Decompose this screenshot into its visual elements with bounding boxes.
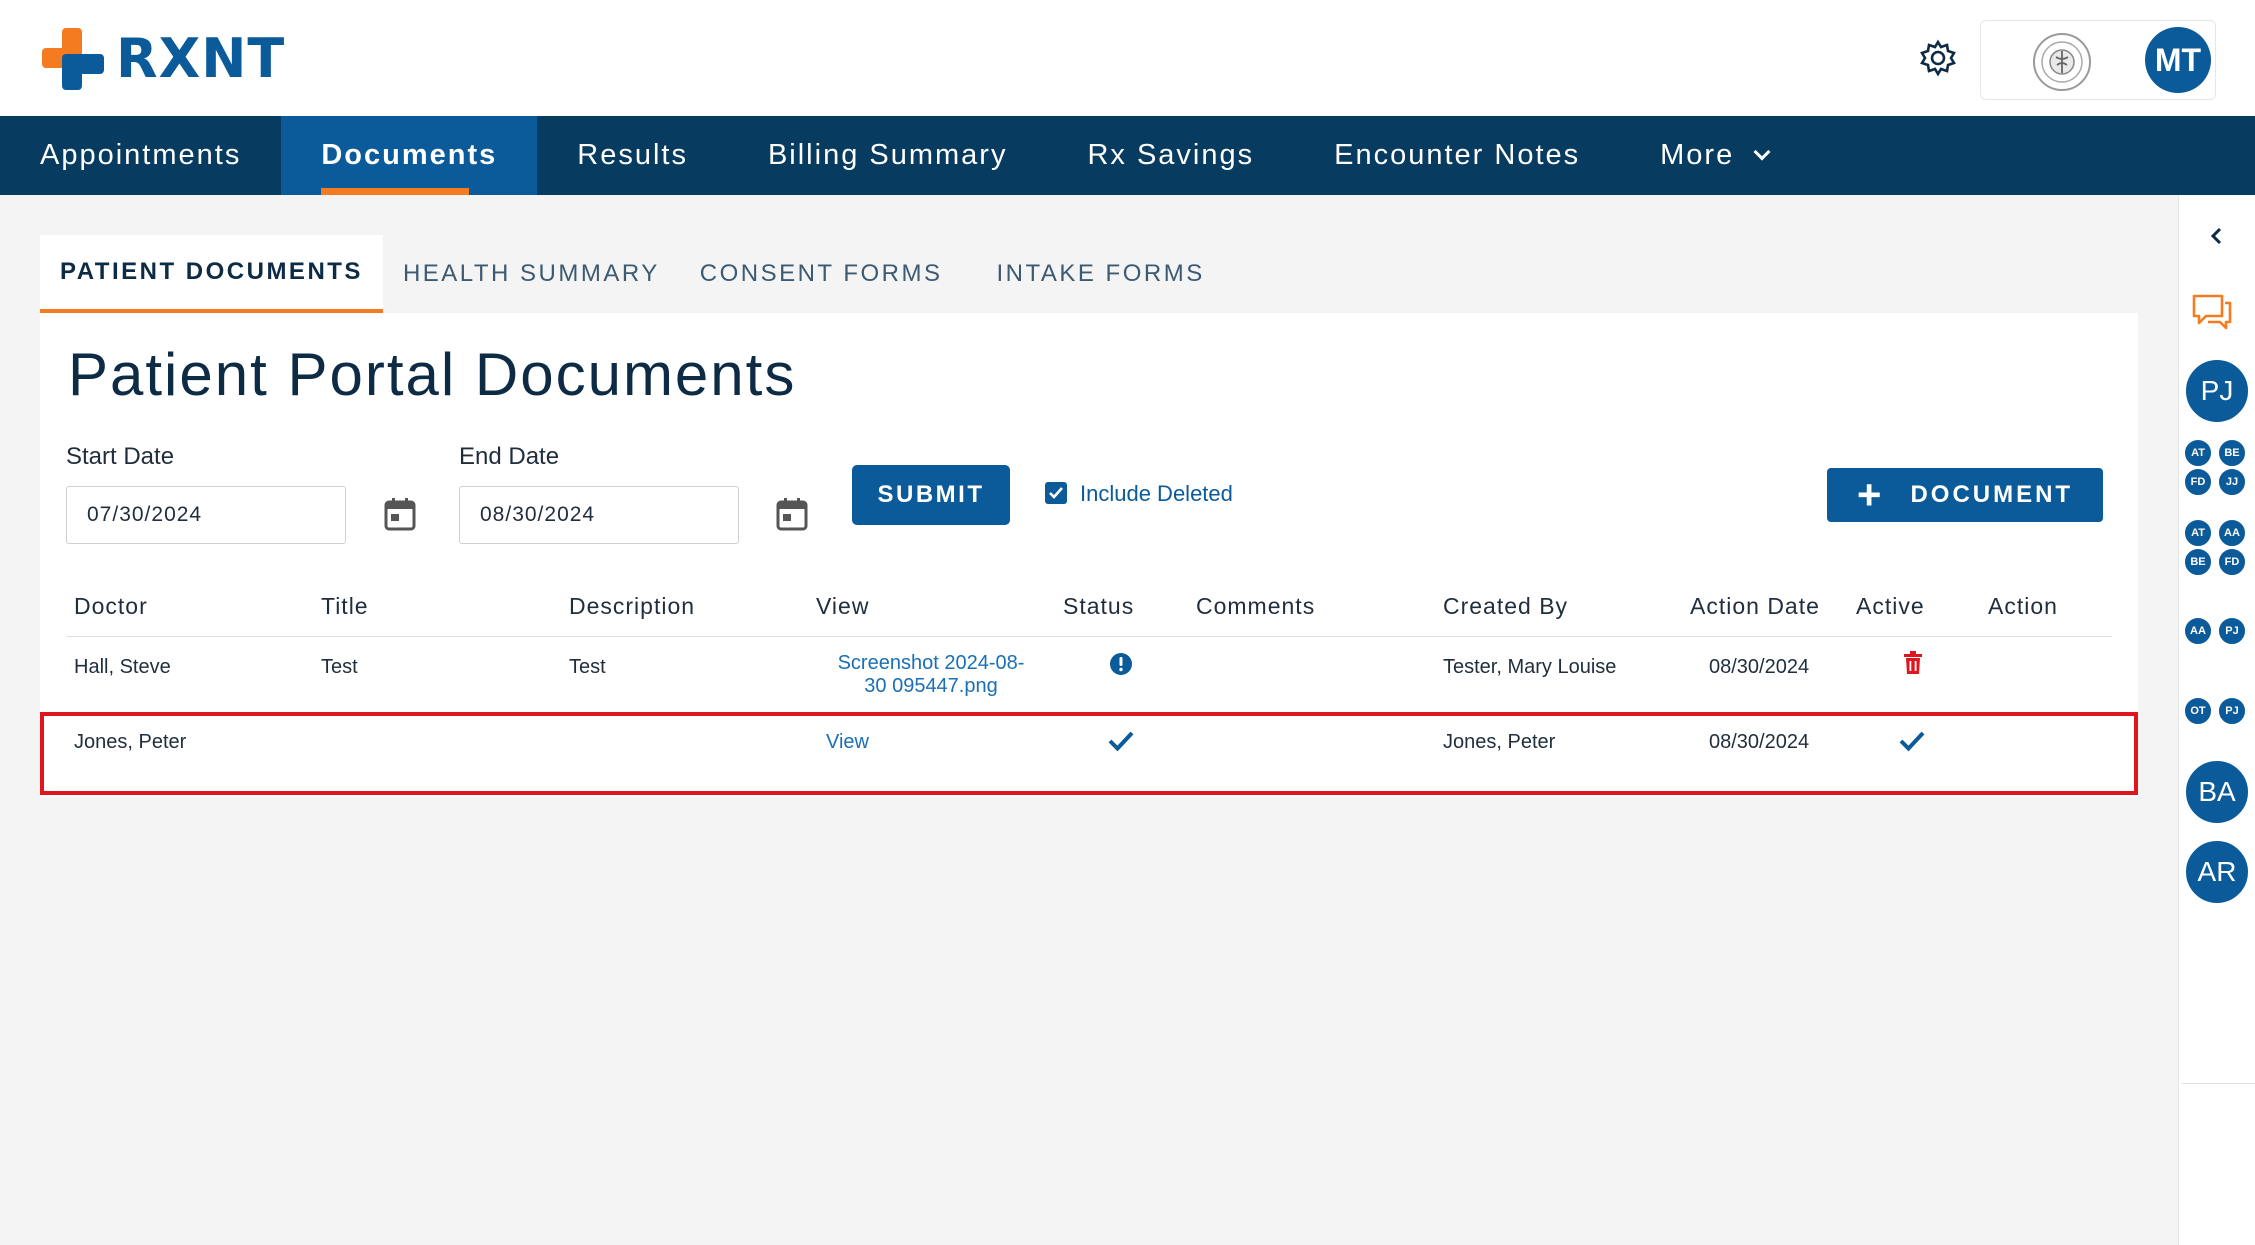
include-deleted-label[interactable]: Include Deleted — [1080, 481, 1233, 507]
col-action: Action — [1988, 593, 2058, 619]
practice-seal-icon — [2033, 33, 2091, 91]
col-action-date[interactable]: Action Date — [1690, 593, 1820, 620]
col-view[interactable]: View — [816, 593, 869, 620]
exclamation-circle-icon[interactable] — [1109, 652, 1133, 676]
avatar-pair1-pj[interactable]: PJ — [2217, 616, 2247, 646]
document-subtabs: PATIENT DOCUMENTS HEALTH SUMMARY CONSENT… — [40, 235, 1205, 313]
tab-patient-documents[interactable]: PATIENT DOCUMENTS — [40, 235, 383, 313]
active-check-icon — [1899, 731, 1925, 752]
cell-description: Test — [569, 656, 606, 678]
col-comments[interactable]: Comments — [1196, 593, 1315, 620]
cell-doctor: Hall, Steve — [74, 656, 171, 678]
avatar-group2-aa[interactable]: AA — [2217, 518, 2247, 548]
view-link-line2: 30 095447.png — [864, 675, 998, 697]
avatar-pair1-aa[interactable]: AA — [2183, 616, 2213, 646]
avatar-pj[interactable]: PJ — [2184, 358, 2250, 424]
sidebar-divider — [2182, 1083, 2255, 1084]
avatar-group1-be[interactable]: BE — [2217, 438, 2247, 468]
cell-action-date: 08/30/2024 — [1709, 731, 1810, 753]
avatar-group2-at[interactable]: AT — [2183, 518, 2213, 548]
highlighted-row-outline — [40, 712, 2138, 795]
cell-created-by: Tester, Mary Louise — [1443, 656, 1617, 678]
col-created-by[interactable]: Created By — [1443, 593, 1568, 620]
tab-consent-forms[interactable]: CONSENT FORMS — [660, 235, 943, 313]
avatar-pair2-ot[interactable]: OT — [2183, 696, 2213, 726]
nav-results[interactable]: Results — [537, 116, 728, 195]
avatar-group1-at[interactable]: AT — [2183, 438, 2213, 468]
page-title: Patient Portal Documents — [68, 341, 797, 408]
col-status[interactable]: Status — [1063, 593, 1134, 620]
nav-encounter-notes[interactable]: Encounter Notes — [1294, 116, 1620, 195]
tab-health-summary[interactable]: HEALTH SUMMARY — [383, 235, 660, 313]
avatar-group1-jj[interactable]: JJ — [2217, 467, 2247, 497]
view-link-line1: Screenshot 2024-08- — [837, 652, 1025, 674]
avatar-ba[interactable]: BA — [2184, 759, 2250, 825]
profile-menu[interactable]: MT — [1980, 20, 2216, 100]
collapse-chevron-left-icon[interactable] — [2207, 226, 2227, 246]
cell-title: Test — [321, 656, 358, 678]
cell-view-link[interactable]: Screenshot 2024-08- 30 095447.png — [820, 652, 1042, 698]
chat-bubble-icon[interactable] — [2190, 292, 2234, 332]
include-deleted-checkbox[interactable] — [1045, 482, 1067, 504]
end-date-calendar-icon[interactable] — [776, 497, 808, 531]
check-icon — [1108, 731, 1134, 752]
nav-more[interactable]: More — [1620, 116, 1808, 195]
cell-doctor: Jones, Peter — [74, 731, 187, 753]
nav-billing-summary[interactable]: Billing Summary — [728, 116, 1048, 195]
nav-documents[interactable]: Documents — [281, 116, 538, 195]
col-title[interactable]: Title — [321, 593, 369, 620]
table-header-divider — [66, 636, 2112, 637]
col-doctor[interactable]: Doctor — [74, 593, 148, 620]
settings-gear-icon[interactable] — [1918, 38, 1958, 78]
add-document-label: DOCUMENT — [1910, 481, 2074, 508]
rxnt-cross-icon — [42, 28, 104, 90]
checkbox-check-icon — [1049, 487, 1063, 499]
trash-icon[interactable] — [1903, 651, 1923, 675]
rxnt-logo[interactable]: RXNT — [42, 28, 285, 90]
cell-view-link[interactable]: View — [826, 731, 869, 754]
nav-more-label: More — [1660, 139, 1735, 171]
avatar-ar[interactable]: AR — [2184, 839, 2250, 905]
tab-intake-forms[interactable]: INTAKE FORMS — [942, 235, 1204, 313]
cell-created-by: Jones, Peter — [1443, 731, 1556, 753]
user-avatar[interactable]: MT — [2145, 27, 2211, 93]
start-date-input[interactable] — [66, 486, 346, 544]
top-header: RXNT MT — [0, 0, 2255, 116]
main-nav: Appointments Documents Results Billing S… — [0, 116, 2255, 195]
nav-rx-savings[interactable]: Rx Savings — [1047, 116, 1294, 195]
avatar-pair2-pj[interactable]: PJ — [2217, 696, 2247, 726]
chevron-down-icon — [1753, 143, 1771, 160]
col-active[interactable]: Active — [1856, 593, 1925, 620]
end-date-input[interactable] — [459, 486, 739, 544]
nav-appointments[interactable]: Appointments — [0, 116, 281, 195]
submit-button[interactable]: SUBMIT — [852, 465, 1010, 525]
avatar-group1-fd[interactable]: FD — [2183, 467, 2213, 497]
brand-name: RXNT — [116, 27, 286, 90]
start-date-calendar-icon[interactable] — [384, 497, 416, 531]
add-document-button[interactable]: + DOCUMENT — [1827, 468, 2103, 522]
avatar-group2-fd[interactable]: FD — [2217, 547, 2247, 577]
plus-icon: + — [1856, 471, 1885, 518]
avatar-group2-be[interactable]: BE — [2183, 547, 2213, 577]
cell-action-date: 08/30/2024 — [1709, 656, 1810, 678]
start-date-label: Start Date — [66, 443, 175, 470]
col-description[interactable]: Description — [569, 593, 695, 620]
end-date-label: End Date — [459, 443, 560, 470]
